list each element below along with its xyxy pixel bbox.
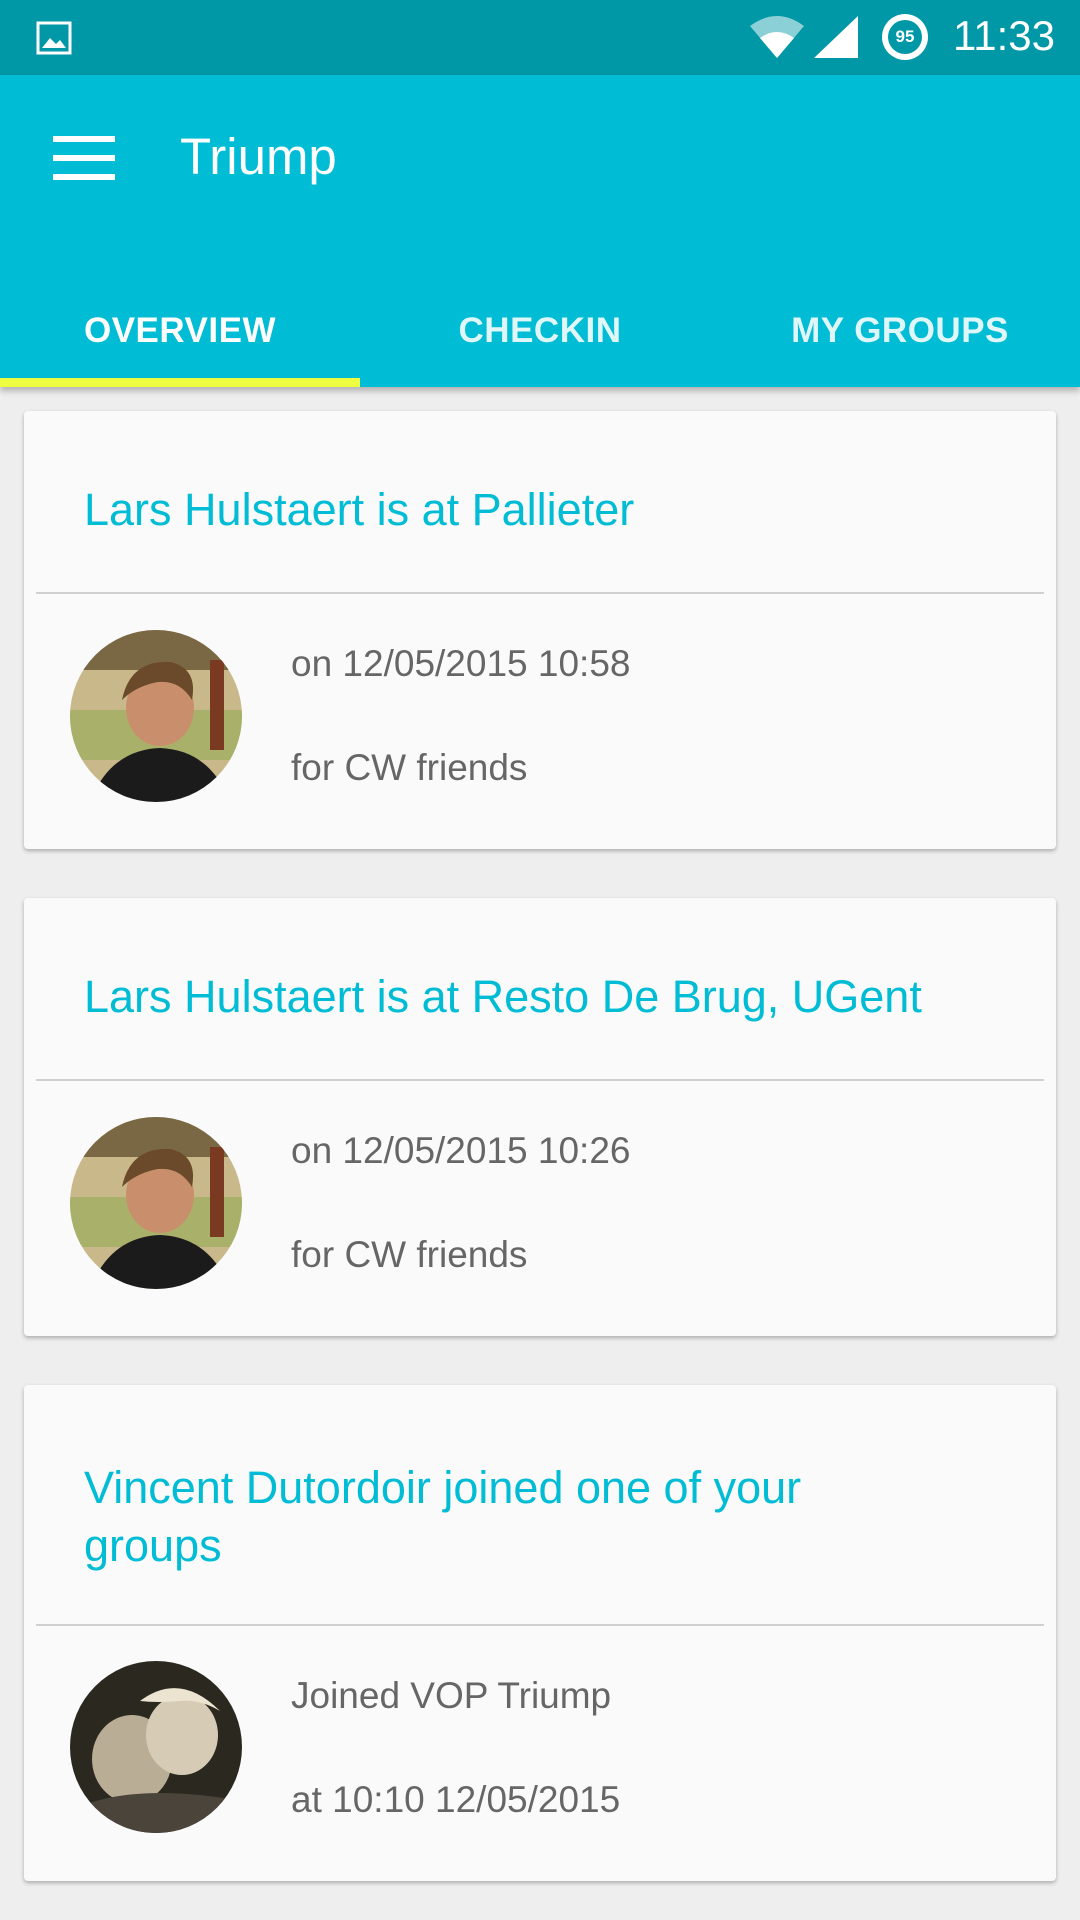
card-time: at 10:10 12/05/2015 xyxy=(291,1779,621,1820)
app-bar: Triump OVERVIEW CHECKIN MY GROUPS xyxy=(0,75,1080,387)
tab-overview[interactable]: OVERVIEW xyxy=(0,275,360,387)
tab-checkin[interactable]: CHECKIN xyxy=(360,275,720,387)
card-group: for CW friends xyxy=(291,1234,528,1275)
avatar[interactable] xyxy=(70,1661,242,1833)
card-divider xyxy=(36,592,1044,594)
card-action: Joined VOP Triump xyxy=(291,1675,612,1716)
card-title: Lars Hulstaert is at Pallieter xyxy=(84,484,635,535)
status-bar: 95 11:33 xyxy=(0,0,1080,75)
avatar[interactable] xyxy=(70,630,242,802)
card-divider xyxy=(36,1624,1044,1626)
card-title: Vincent Dutordoir joined one of your gro… xyxy=(84,1462,802,1571)
card-date: on 12/05/2015 10:58 xyxy=(291,643,631,684)
clock: 11:33 xyxy=(953,12,1055,59)
card-date: on 12/05/2015 10:26 xyxy=(291,1130,631,1171)
card-divider xyxy=(36,1079,1044,1081)
wifi-icon xyxy=(750,16,804,58)
battery-level: 95 xyxy=(888,20,922,54)
gallery-icon xyxy=(36,21,72,55)
feed-card[interactable]: Lars Hulstaert is at Resto De Brug, UGen… xyxy=(24,898,1056,1336)
feed-card[interactable]: Lars Hulstaert is at Pallieter on 12/05/… xyxy=(24,411,1056,849)
app-title: Triump xyxy=(180,128,337,185)
battery-icon: 95 xyxy=(882,14,928,60)
card-title: Lars Hulstaert is at Resto De Brug, UGen… xyxy=(84,971,922,1022)
feed-card[interactable]: Vincent Dutordoir joined one of your gro… xyxy=(24,1385,1056,1881)
cell-signal-icon xyxy=(814,16,858,58)
card-group: for CW friends xyxy=(291,747,528,788)
tab-bar: OVERVIEW CHECKIN MY GROUPS xyxy=(0,275,1080,387)
tab-my-groups[interactable]: MY GROUPS xyxy=(720,275,1080,387)
avatar[interactable] xyxy=(70,1117,242,1289)
menu-icon[interactable] xyxy=(53,136,115,180)
